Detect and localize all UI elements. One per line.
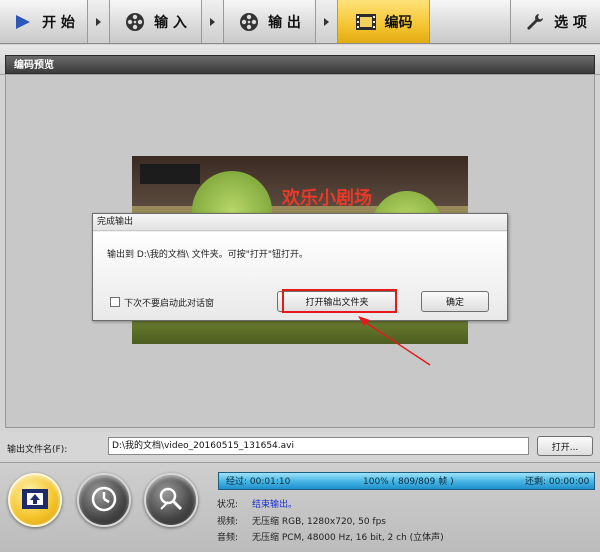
start-label: 开 始	[42, 14, 75, 31]
encode-round-button[interactable]	[8, 473, 62, 527]
step-arrow-icon	[88, 0, 110, 43]
open-output-folder-button[interactable]: 打开输出文件夹	[277, 291, 397, 312]
audio-label: 音频:	[217, 533, 239, 543]
encode-label: 编码	[384, 14, 413, 31]
film-export-icon	[20, 486, 50, 515]
video-ground	[132, 321, 468, 344]
dont-show-checkbox[interactable]	[110, 297, 120, 307]
history-round-button[interactable]	[77, 473, 131, 527]
input-button[interactable]: 输 入	[110, 0, 202, 43]
dont-show-label: 下次不要启动此对话窗	[124, 299, 215, 309]
output-label: 输 出	[268, 14, 301, 31]
output-button[interactable]: 输 出	[224, 0, 316, 43]
output-filename-input[interactable]: D:\我的文档\video_20160515_131654.avi	[108, 437, 529, 455]
options-label: 选 项	[554, 14, 587, 31]
status-value: 结束输出。	[252, 500, 298, 510]
video-sign-text: 欢乐小剧场	[282, 188, 372, 209]
film-reel-icon	[238, 11, 260, 33]
clock-icon	[90, 485, 118, 516]
ok-button[interactable]: 确定	[421, 291, 489, 312]
encode-button[interactable]: 编码	[338, 0, 430, 43]
dialog-title: 完成输出	[93, 214, 507, 231]
dialog-message: 输出到 D:\我的文档\ 文件夹。可按"打开"钮打开。	[107, 250, 309, 260]
step-arrow-icon	[316, 0, 338, 43]
remaining-time: 还剩: 00:00:00	[525, 477, 590, 487]
video-shop-sign	[140, 164, 200, 184]
section-title: 编码预览	[5, 55, 595, 74]
input-label: 输 入	[154, 14, 187, 31]
status-label: 状况:	[217, 500, 239, 510]
output-filename-label: 输出文件名(F):	[7, 445, 68, 455]
play-arrow-icon	[12, 11, 34, 33]
tools-round-button[interactable]	[144, 473, 198, 527]
audio-info-value: 无压缩 PCM, 48000 Hz, 16 bit, 2 ch (立体声)	[252, 533, 444, 543]
wrench-icon	[524, 11, 546, 33]
progress-text: 100% ( 809/809 帧 )	[363, 477, 454, 487]
film-strip-icon	[355, 11, 377, 33]
video-info-value: 无压缩 RGB, 1280x720, 50 fps	[252, 517, 386, 527]
open-file-button[interactable]: 打开...	[537, 436, 593, 456]
options-button[interactable]: 选 项	[510, 0, 600, 43]
start-button[interactable]: 开 始	[0, 0, 88, 43]
video-label: 视频:	[217, 517, 239, 527]
step-arrow-icon	[202, 0, 224, 43]
elapsed-time: 经过: 00:01:10	[226, 477, 291, 487]
film-reel-icon	[124, 11, 146, 33]
magnifier-tools-icon	[157, 485, 185, 516]
